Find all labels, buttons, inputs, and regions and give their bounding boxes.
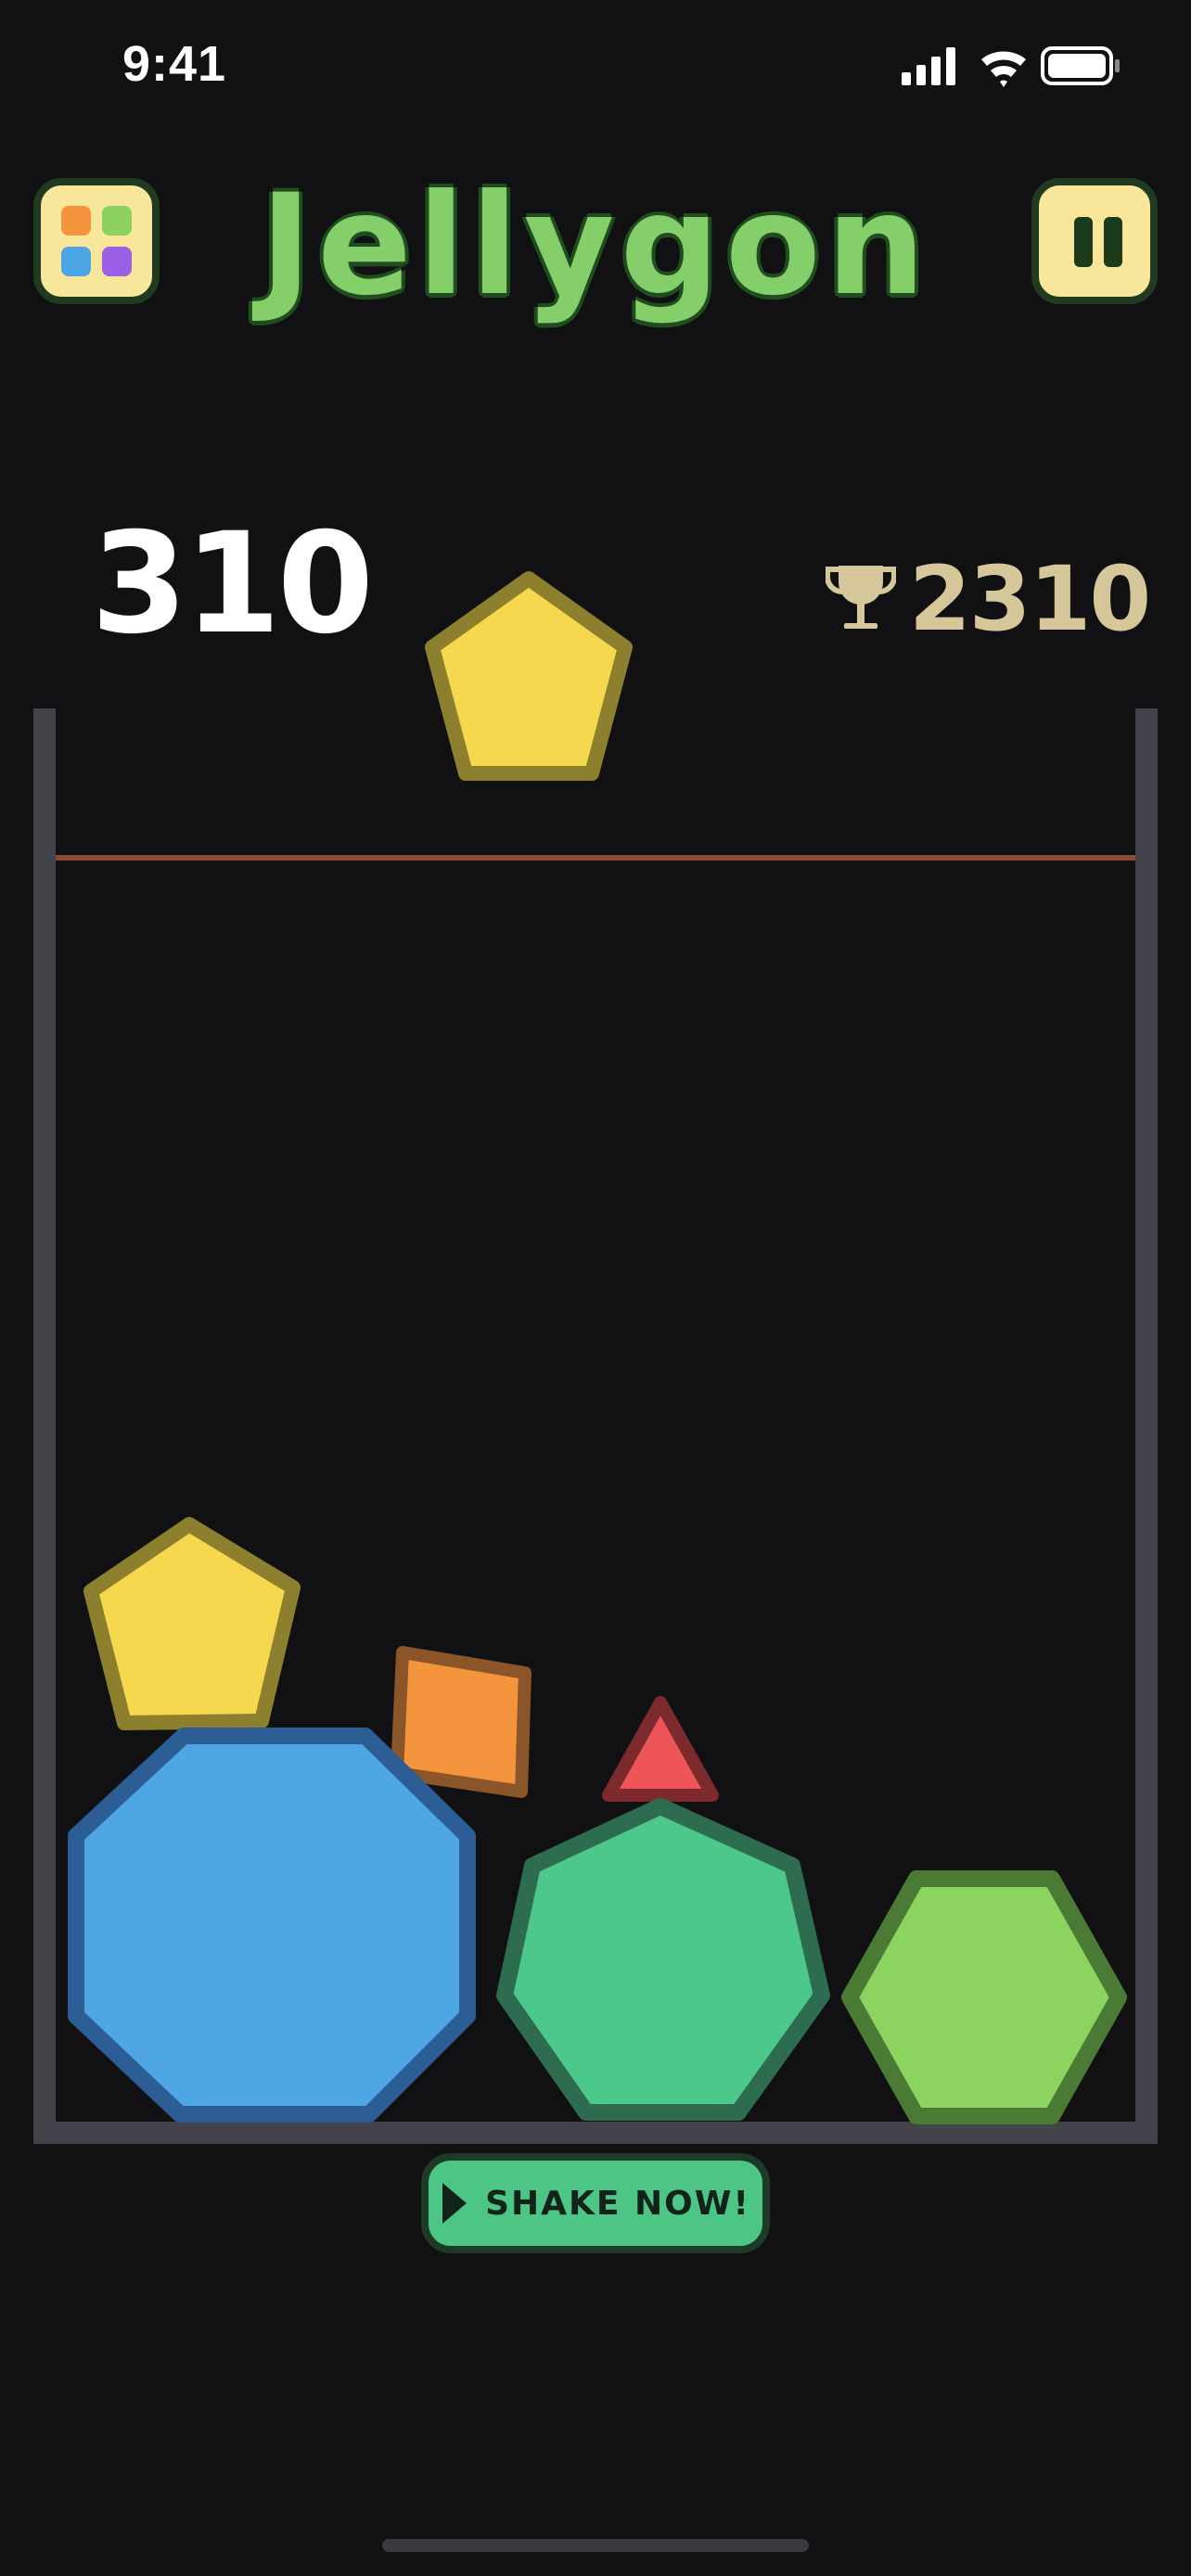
best-score-value: 2310 xyxy=(909,547,1151,651)
grid-dot-purple xyxy=(102,247,132,276)
container-right-wall xyxy=(1135,708,1158,2144)
cellular-signal-icon xyxy=(902,47,955,85)
piece-triangle xyxy=(602,1696,719,1802)
grid-dot-green xyxy=(102,206,132,236)
battery-icon xyxy=(1041,46,1120,85)
status-time: 9:41 xyxy=(122,36,227,92)
status-icons xyxy=(902,46,1120,87)
piece-octagon xyxy=(68,1728,476,2123)
grid-dot-blue xyxy=(61,247,91,276)
piece-hexagon xyxy=(841,1870,1127,2124)
menu-button[interactable] xyxy=(33,178,160,304)
game-title: Jellygon xyxy=(260,165,931,326)
pause-button[interactable] xyxy=(1031,178,1158,304)
play-icon xyxy=(442,2183,467,2224)
piece-heptagon xyxy=(496,1798,830,2121)
grid-dot-orange xyxy=(61,206,91,236)
shake-now-button[interactable]: SHAKE NOW! xyxy=(421,2153,770,2253)
trophy-icon xyxy=(826,566,896,629)
home-indicator[interactable] xyxy=(382,2539,809,2552)
pause-bar-left xyxy=(1074,217,1093,267)
next-piece-pentagon[interactable] xyxy=(419,567,638,783)
wifi-icon xyxy=(981,51,1026,87)
shake-now-label: SHAKE NOW! xyxy=(485,2184,750,2223)
danger-line xyxy=(56,855,1135,861)
container-left-wall xyxy=(33,708,56,2144)
best-score: 2310 xyxy=(826,547,1151,651)
pause-bar-right xyxy=(1104,217,1122,267)
current-score: 310 xyxy=(91,504,374,665)
piece-pentagon xyxy=(83,1517,301,1730)
